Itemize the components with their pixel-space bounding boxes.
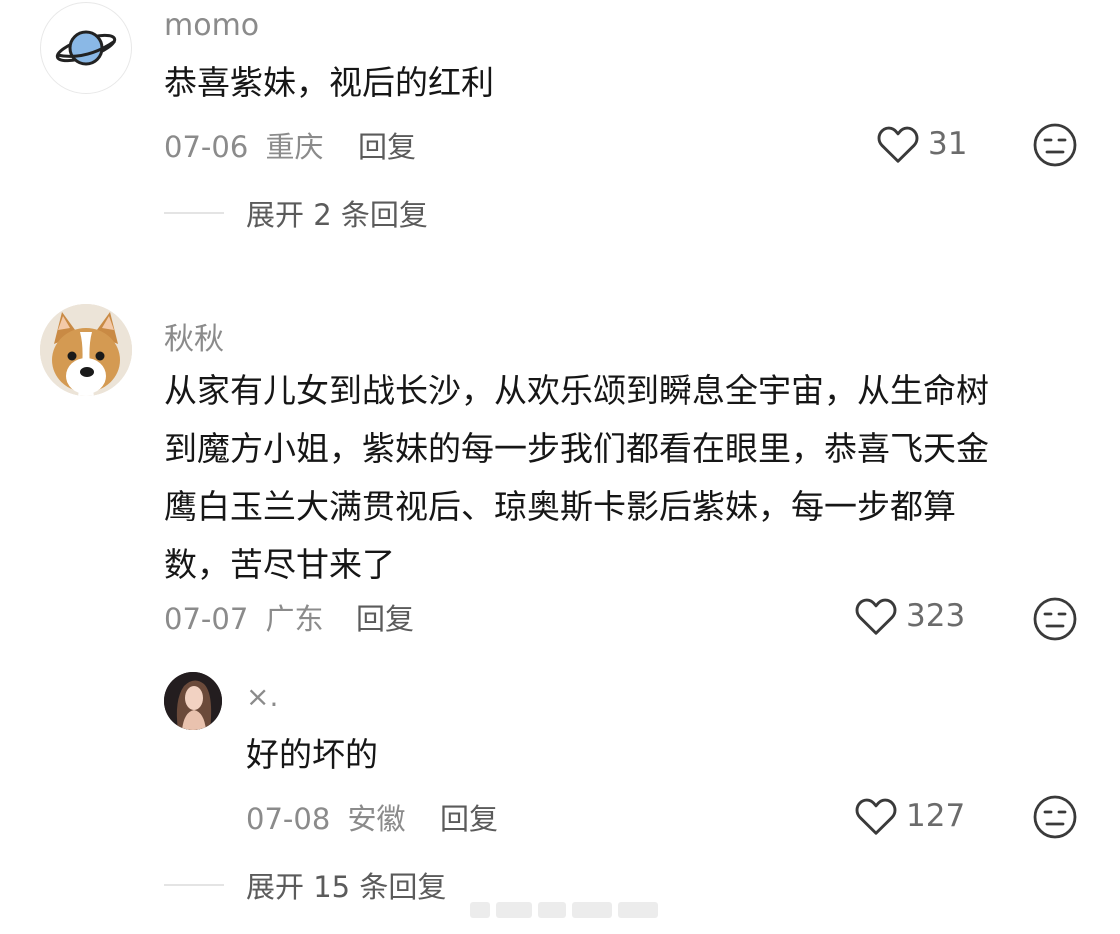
meh-face-icon	[1033, 123, 1077, 167]
comment-date: 07-06	[164, 130, 249, 164]
portrait-avatar	[164, 672, 222, 730]
comment-location: 广东	[265, 602, 324, 636]
reply-button[interactable]: 回复	[440, 796, 498, 838]
comment-location: 安徽	[347, 802, 406, 836]
username[interactable]: ×.	[246, 680, 278, 713]
meh-face-icon	[1033, 597, 1077, 641]
expand-replies-label: 展开 15 条回复	[246, 870, 447, 904]
comment-text: 从家有儿女到战长沙，从欢乐颂到瞬息全宇宙，从生命树 到魔方小姐，紫妹的每一步我们…	[164, 362, 1064, 594]
expand-replies-label: 展开 2 条回复	[246, 198, 428, 232]
like-count: 323	[906, 598, 966, 634]
reply-button[interactable]: 回复	[356, 596, 414, 638]
dislike-button[interactable]	[1032, 794, 1078, 844]
like-button[interactable]: 31	[876, 124, 967, 164]
watermark	[470, 900, 670, 924]
comment-line: 到魔方小姐，紫妹的每一步我们都看在眼里，恭喜飞天金	[164, 429, 989, 468]
comment-meta: 07-06 重庆	[164, 124, 324, 166]
comment-meta: 07-07 广东	[164, 596, 324, 638]
expand-replies[interactable]: 展开 2 条回复	[164, 192, 428, 234]
comment-text: 恭喜紫妹，视后的红利	[164, 63, 494, 102]
comment-line: 鹰白玉兰大满贯视后、琼奥斯卡影后紫妹，每一步都算	[164, 487, 956, 526]
comment-line: 从家有儿女到战长沙，从欢乐颂到瞬息全宇宙，从生命树	[164, 371, 989, 410]
comment-text: 好的坏的	[246, 735, 378, 774]
dislike-button[interactable]	[1032, 122, 1078, 172]
heart-outline-icon	[877, 126, 919, 163]
comment-location: 重庆	[265, 130, 324, 164]
comment-meta: 07-08 安徽	[246, 796, 406, 838]
avatar-momo[interactable]	[40, 2, 132, 94]
like-button[interactable]: 323	[854, 596, 965, 636]
comment-date: 07-08	[246, 802, 331, 836]
expand-divider	[164, 212, 224, 214]
avatar-reply-user[interactable]	[164, 672, 222, 730]
heart-outline-icon	[855, 798, 897, 835]
username[interactable]: momo	[164, 8, 259, 43]
expand-divider	[164, 884, 224, 886]
heart-outline-icon	[855, 598, 897, 635]
comment-line: 数，苦尽甘来了	[164, 545, 395, 584]
comment-date: 07-07	[164, 602, 249, 636]
corgi-avatar	[40, 304, 132, 396]
planet-icon	[55, 30, 117, 66]
like-count: 31	[928, 126, 968, 162]
dislike-button[interactable]	[1032, 596, 1078, 646]
like-count: 127	[906, 798, 966, 834]
avatar-qiuqiu[interactable]	[40, 304, 132, 396]
expand-replies[interactable]: 展开 15 条回复	[164, 864, 446, 906]
reply-button[interactable]: 回复	[358, 124, 416, 166]
like-button[interactable]: 127	[854, 796, 965, 836]
meh-face-icon	[1033, 795, 1077, 839]
username[interactable]: 秋秋	[164, 314, 224, 358]
